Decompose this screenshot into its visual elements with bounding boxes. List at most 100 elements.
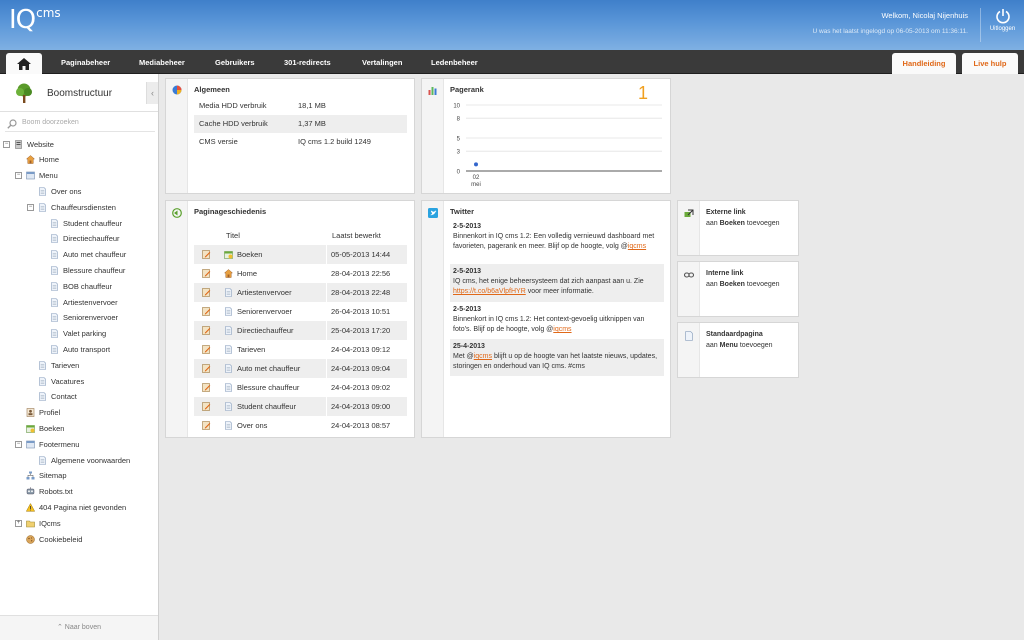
tree-item[interactable]: Blessure chauffeur [50, 263, 125, 277]
tree-search-input[interactable]: Boom doorzoeken [5, 116, 155, 132]
history-title: Paginageschiedenis [194, 207, 267, 216]
tree-item[interactable]: Vacatures [38, 374, 84, 388]
page-icon [50, 218, 59, 228]
tree-item[interactable]: Auto met chauffeur [50, 248, 126, 262]
tweet-link[interactable]: https://t.co/b6aVlpfHYR [453, 288, 526, 295]
edit-icon[interactable] [202, 288, 211, 297]
tree-item[interactable]: Auto transport [50, 342, 110, 356]
shortcut-target: Boeken [719, 220, 745, 227]
external-link-icon [684, 209, 694, 221]
history-row[interactable]: Artiestenvervoer 28-04-2013 22:48 [194, 283, 407, 302]
tree-toggle[interactable]: + [15, 519, 22, 527]
history-row[interactable]: Directiechauffeur 25-04-2013 17:20 [194, 321, 407, 340]
tree-item[interactable]: Valet parking [50, 327, 106, 341]
nav-mediabeheer[interactable]: Mediabeheer [139, 58, 185, 67]
tree-item[interactable]: Footermenu [26, 437, 79, 451]
nav-vertalingen[interactable]: Vertalingen [362, 58, 402, 67]
tree-item[interactable]: Profiel [26, 406, 60, 420]
tree-item[interactable]: Seniorenvervoer [50, 311, 118, 325]
tree-item[interactable]: Tarieven [38, 358, 79, 372]
home-tab[interactable] [6, 53, 42, 74]
history-title-cell[interactable]: Over ons [237, 421, 267, 430]
tweet-link[interactable]: iqcms [628, 243, 646, 250]
tree-item-label: Chauffeursdiensten [51, 202, 116, 212]
shortcut-card[interactable]: Interne link aan Boeken toevoegen [677, 261, 799, 317]
tweet-link[interactable]: iqcms [474, 353, 492, 360]
history-row[interactable]: Tarieven 24-04-2013 09:12 [194, 340, 407, 359]
edit-icon[interactable] [202, 250, 211, 259]
page-icon [38, 376, 47, 386]
tree-item[interactable]: 404 Pagina niet gevonden [25, 500, 126, 514]
tree-item-label: Profiel [39, 408, 61, 418]
tree-item[interactable]: IQcms [26, 516, 61, 530]
tree-item[interactable]: Home [25, 153, 59, 167]
history-title-cell[interactable]: Seniorenvervoer [237, 307, 292, 316]
history-row[interactable]: Seniorenvervoer 26-04-2013 10:51 [194, 302, 407, 321]
tree-item[interactable]: Boeken [26, 421, 64, 435]
edit-icon[interactable] [202, 269, 211, 278]
shortcut-card[interactable]: Standaardpagina aan Menu toevoegen [677, 322, 799, 378]
edit-icon[interactable] [202, 383, 211, 392]
shortcut-card[interactable]: Externe link aan Boeken toevoegen [677, 200, 799, 256]
shortcut-target: Boeken [719, 281, 745, 288]
nav-301-redirects[interactable]: 301-redirects [284, 58, 331, 67]
history-title-cell[interactable]: Student chauffeur [237, 402, 296, 411]
collapse-sidebar-button[interactable]: ‹ [146, 82, 158, 104]
page-icon [224, 383, 233, 392]
search-icon [7, 119, 17, 129]
tree-toggle[interactable]: − [27, 203, 34, 211]
history-title-cell[interactable]: Blessure chauffeur [237, 383, 299, 392]
tree-item[interactable]: Over ons [38, 184, 81, 198]
history-row[interactable]: Home 28-04-2013 22:56 [194, 264, 407, 283]
edit-icon[interactable] [202, 402, 211, 411]
history-title-cell[interactable]: Directiechauffeur [237, 326, 294, 335]
iqcms-logo[interactable]: IQcms [9, 5, 61, 35]
nav-ledenbeheer[interactable]: Ledenbeheer [431, 58, 478, 67]
shortcut-desc-pre: aan [706, 220, 720, 227]
history-title-cell[interactable]: Home [237, 269, 257, 278]
tree-item[interactable]: Student chauffeur [50, 216, 122, 230]
tree-toggle[interactable]: − [15, 440, 22, 448]
edit-icon[interactable] [202, 421, 211, 430]
history-icon [172, 208, 182, 218]
tweet-link[interactable]: iqcms [553, 326, 571, 333]
tree-item[interactable]: Artiestenvervoer [50, 295, 118, 309]
nav-paginabeheer[interactable]: Paginabeheer [61, 58, 110, 67]
edit-icon[interactable] [202, 345, 211, 354]
edit-icon[interactable] [202, 307, 211, 316]
history-title-cell[interactable]: Auto met chauffeur [237, 364, 300, 373]
tweet-text: Binnenkort in IQ cms 1.2: Een volledig v… [453, 233, 655, 250]
history-row[interactable]: Over ons 24-04-2013 08:57 [194, 416, 407, 435]
edit-icon[interactable] [202, 326, 211, 335]
tree-item[interactable]: BOB chauffeur [50, 279, 112, 293]
tree-item[interactable]: Menu [26, 169, 58, 183]
tree-item[interactable]: Directiechauffeur [50, 232, 120, 246]
nav-gebruikers[interactable]: Gebruikers [215, 58, 255, 67]
tree-item[interactable]: Website [14, 137, 54, 151]
tweet: 2-5-2013 Binnenkort in IQ cms 1.2: Het co… [450, 302, 664, 339]
history-title-cell[interactable]: Boeken [237, 250, 262, 259]
edit-icon[interactable] [202, 364, 211, 373]
tree-item-label: Boeken [39, 423, 65, 433]
tree-item[interactable]: Contact [38, 390, 77, 404]
home-icon [223, 269, 234, 278]
tree-item[interactable]: Chauffeursdiensten [38, 200, 116, 214]
history-title-cell[interactable]: Tarieven [237, 345, 265, 354]
tree-item[interactable]: Cookiebeleid [26, 532, 82, 546]
page-icon [38, 360, 47, 370]
live-help-tab[interactable]: Live hulp [962, 53, 1018, 74]
tree-item[interactable]: Algemene voorwaarden [38, 453, 130, 467]
tree-item[interactable]: Sitemap [26, 469, 67, 483]
history-row[interactable]: Auto met chauffeur 24-04-2013 09:04 [194, 359, 407, 378]
tree-toggle[interactable]: − [15, 172, 22, 180]
history-row[interactable]: Student chauffeur 24-04-2013 09:00 [194, 397, 407, 416]
tree-item[interactable]: Robots.txt [26, 485, 73, 499]
tree-toggle[interactable]: − [3, 140, 10, 148]
history-row[interactable]: Boeken 05-05-2013 14:44 [194, 245, 407, 264]
logout-button[interactable]: Uitloggen [980, 8, 1024, 42]
manual-tab[interactable]: Handleiding [892, 53, 956, 74]
back-to-top-link[interactable]: ⌃ Naar boven [0, 615, 158, 640]
general-value: 18,1 MB [298, 101, 326, 110]
history-row[interactable]: Blessure chauffeur 24-04-2013 09:02 [194, 378, 407, 397]
history-title-cell[interactable]: Artiestenvervoer [237, 288, 292, 297]
